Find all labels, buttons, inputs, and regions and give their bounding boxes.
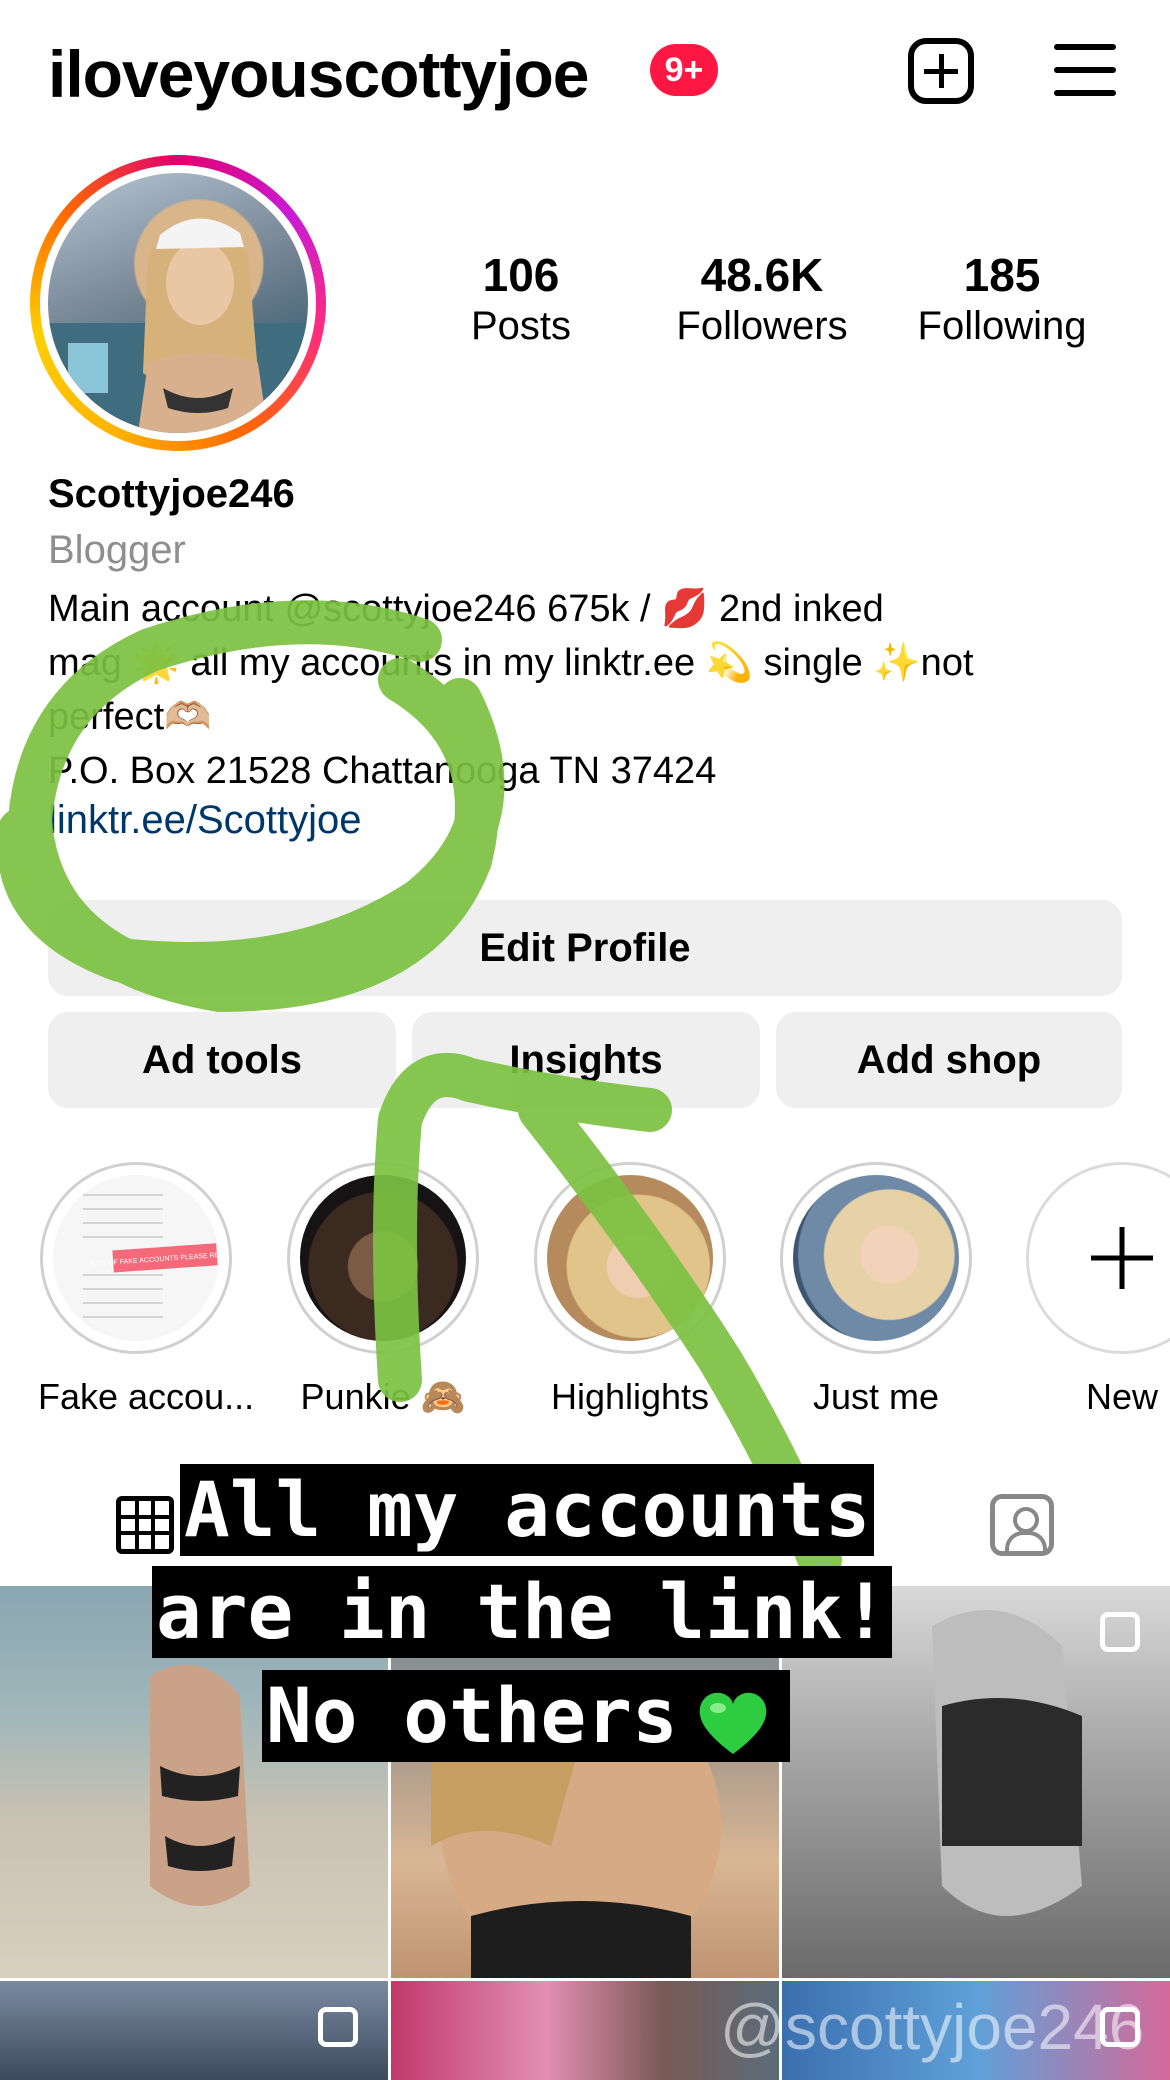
grid-icon[interactable] bbox=[116, 1496, 174, 1554]
highlight-thumbnail bbox=[547, 1175, 713, 1341]
highlight-label: New bbox=[1085, 1376, 1159, 1417]
watermark-text: @scottyjoe246 bbox=[720, 1991, 1145, 2063]
highlight-highlights[interactable]: Highlights bbox=[532, 1162, 728, 1418]
hamburger-menu-icon[interactable] bbox=[1054, 44, 1116, 96]
stat-value: 185 bbox=[963, 249, 1041, 301]
profile-bio: Main account @scottyjoe246 675k / 💋 2nd … bbox=[48, 582, 1128, 798]
multiple-posts-icon bbox=[318, 2007, 358, 2047]
stat-value: 106 bbox=[482, 249, 560, 301]
plus-icon bbox=[1091, 1227, 1153, 1289]
posts-count[interactable]: 106 Posts bbox=[446, 248, 596, 349]
notification-badge[interactable]: 9+ bbox=[650, 44, 718, 96]
multiple-posts-icon bbox=[1100, 1612, 1140, 1652]
highlight-thumbnail bbox=[300, 1175, 466, 1341]
highlight-punkie[interactable]: Punkie 🙈 bbox=[285, 1162, 481, 1418]
display-name: Scottyjoe246 bbox=[48, 472, 295, 516]
stat-label: Following bbox=[917, 304, 1087, 348]
bio-line: mag 🌟 all my accounts in my linktr.ee 💫 … bbox=[48, 642, 974, 684]
tagged-person-icon[interactable] bbox=[990, 1494, 1054, 1556]
bio-line: P.O. Box 21528 Chattanooga TN 37424 bbox=[48, 750, 717, 792]
stat-value: 48.6K bbox=[700, 249, 824, 301]
green-heart-icon bbox=[696, 1686, 770, 1756]
bio-line: Main account @scottyjoe246 675k / 💋 2nd … bbox=[48, 588, 884, 630]
ad-tools-button[interactable]: Ad tools bbox=[48, 1012, 396, 1108]
highlight-thumbnail bbox=[793, 1175, 959, 1341]
profile-link[interactable]: linktr.ee/Scottyjoe bbox=[48, 798, 362, 843]
post-thumbnail[interactable] bbox=[0, 1981, 388, 2080]
stat-label: Posts bbox=[470, 304, 572, 348]
highlight-label: Fake accou... bbox=[38, 1376, 255, 1417]
profile-category: Blogger bbox=[48, 528, 186, 572]
edit-profile-button[interactable]: Edit Profile bbox=[48, 900, 1122, 996]
highlight-just-me[interactable]: Just me bbox=[778, 1162, 974, 1418]
overlay-text: No others bbox=[266, 1671, 678, 1760]
overlay-text-line-3: No others bbox=[262, 1670, 790, 1762]
top-bar: iloveyouscottyjoe 9+ bbox=[0, 0, 1170, 140]
profile-avatar[interactable] bbox=[30, 155, 326, 451]
highlight-new[interactable]: New bbox=[1024, 1162, 1170, 1418]
plus-square-icon[interactable] bbox=[908, 38, 974, 104]
overlay-text-line: are in the link! bbox=[152, 1566, 893, 1658]
account-username[interactable]: iloveyouscottyjoe bbox=[48, 36, 589, 112]
avatar-photo bbox=[48, 173, 308, 433]
highlight-label: Just me bbox=[812, 1376, 940, 1417]
overlay-text-line: All my accounts bbox=[180, 1464, 875, 1556]
insights-button[interactable]: Insights bbox=[412, 1012, 760, 1108]
followers-count[interactable]: 48.6K Followers bbox=[664, 248, 860, 349]
highlight-label: Punkie 🙈 bbox=[300, 1376, 466, 1417]
following-count[interactable]: 185 Following bbox=[904, 248, 1100, 349]
highlight-thumbnail: LIST OF FAKE ACCOUNTS PLEASE REPORT bbox=[53, 1175, 219, 1341]
bio-line: perfect🫶🏼 bbox=[48, 696, 212, 738]
highlight-fake-accounts[interactable]: LIST OF FAKE ACCOUNTS PLEASE REPORT Fake… bbox=[38, 1162, 255, 1418]
stat-label: Followers bbox=[676, 304, 848, 348]
highlight-label: Highlights bbox=[550, 1376, 710, 1417]
add-shop-button[interactable]: Add shop bbox=[776, 1012, 1122, 1108]
